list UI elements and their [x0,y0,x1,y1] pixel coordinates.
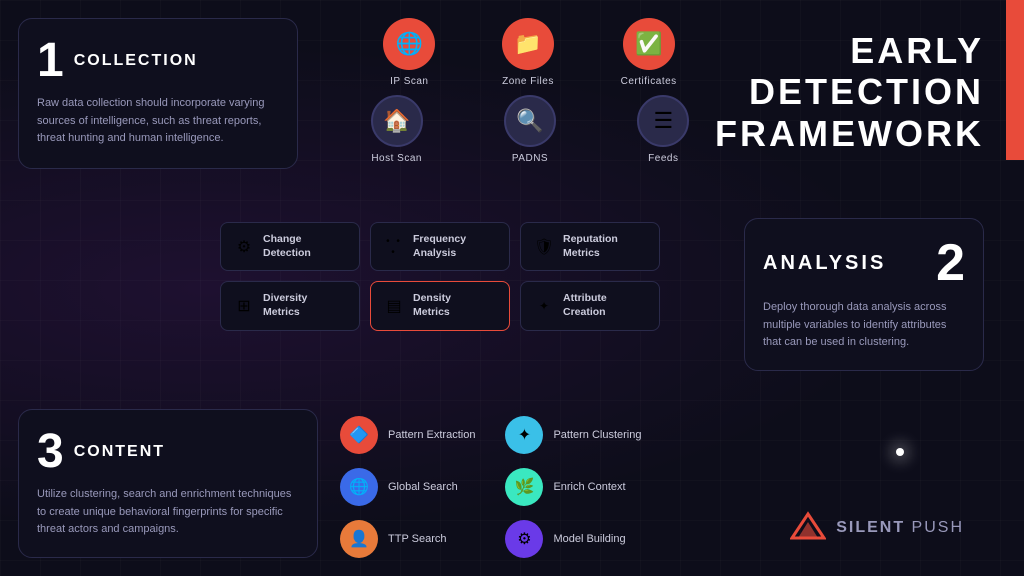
density-metrics-icon: ▤ [383,296,405,316]
glow-dot [896,448,904,456]
host-scan-label: Host Scan [371,153,422,164]
collection-desc: Raw data collection should incorporate v… [37,95,279,148]
edf-title-block: EARLY DETECTION FRAMEWORK [715,30,984,154]
sp-bold: SILENT [836,519,905,536]
global-search-icon: 🌐 [340,468,378,506]
enrich-context-icon: 🌿 [505,468,543,506]
analysis-title: ANALYSIS [763,252,886,275]
analysis-number: 2 [936,237,965,289]
icon-padns: 🔍 PADNS [504,95,556,164]
model-building-label: Model Building [553,533,625,545]
padns-label: PADNS [512,153,548,164]
collection-number: 1 [37,37,64,85]
reputation-metrics-icon: 🛡 [533,237,555,257]
item-pattern-clustering: ✦ Pattern Clustering [505,416,641,454]
edf-heading: EARLY DETECTION FRAMEWORK [715,30,984,154]
item-pattern-extraction: 🔷 Pattern Extraction [340,416,475,454]
silent-push-icon [790,510,826,546]
padns-circle: 🔍 [504,95,556,147]
item-model-building: ⚙ Model Building [505,520,641,558]
content-icons-inner: 🔷 Pattern Extraction 🌐 Global Search 👤 T… [340,416,740,558]
ip-scan-label: IP Scan [390,76,428,87]
red-accent-bar-top [1006,0,1024,160]
item-ttp-search: 👤 TTP Search [340,520,475,558]
item-global-search: 🌐 Global Search [340,468,475,506]
analysis-header: ANALYSIS 2 [763,237,965,289]
pattern-extraction-icon: 🔷 [340,416,378,454]
attribute-creation-icon: ✦ [533,299,555,313]
content-col-left: 🔷 Pattern Extraction 🌐 Global Search 👤 T… [340,416,475,558]
content-desc: Utilize clustering, search and enrichmen… [37,486,299,539]
edf-line2: DETECTION [749,71,984,112]
ttp-search-label: TTP Search [388,533,447,545]
frequency-analysis-label: FrequencyAnalysis [413,233,466,260]
change-detection-label: ChangeDetection [263,233,311,260]
analysis-desc: Deploy thorough data analysis across mul… [763,299,965,352]
zone-files-circle: 📁 [502,18,554,70]
content-col-right: ✦ Pattern Clustering 🌿 Enrich Context ⚙ … [505,416,641,558]
metric-diversity-metrics: ⊞ DiversityMetrics [220,281,360,330]
reputation-metrics-label: ReputationMetrics [563,233,618,260]
silent-push-text: SILENT PUSH [836,519,964,537]
enrich-context-label: Enrich Context [553,481,625,493]
metrics-grid: ⚙ ChangeDetection • • • FrequencyAnalysi… [220,222,660,341]
content-title: CONTENT [74,443,165,461]
metric-density-metrics: ▤ DensityMetrics [370,281,510,330]
collection-icons: 🌐 IP Scan 📁 Zone Files ✅ Certificates 🏠 … [320,18,740,164]
feeds-label: Feeds [648,153,678,164]
icon-feeds: ☰ Feeds [637,95,689,164]
metrics-row-2: ⊞ DiversityMetrics ▤ DensityMetrics ✦ At… [220,281,660,330]
section-collection: 1 COLLECTION Raw data collection should … [18,18,298,169]
frequency-analysis-icon: • • • [383,236,405,258]
zone-files-label: Zone Files [502,76,554,87]
pattern-clustering-label: Pattern Clustering [553,429,641,441]
silent-push-logo: SILENT PUSH [790,510,964,546]
content-number: 3 [37,428,64,476]
content-header: 3 CONTENT [37,428,299,476]
icons-row-bottom: 🏠 Host Scan 🔍 PADNS ☰ Feeds [320,95,740,164]
pattern-clustering-icon: ✦ [505,416,543,454]
host-scan-circle: 🏠 [371,95,423,147]
metric-change-detection: ⚙ ChangeDetection [220,222,360,271]
metric-frequency-analysis: • • • FrequencyAnalysis [370,222,510,271]
certificates-label: Certificates [621,76,677,87]
metric-reputation-metrics: 🛡 ReputationMetrics [520,222,660,271]
item-enrich-context: 🌿 Enrich Context [505,468,641,506]
model-building-icon: ⚙ [505,520,543,558]
edf-line3: FRAMEWORK [715,113,984,154]
pattern-extraction-label: Pattern Extraction [388,429,475,441]
density-metrics-label: DensityMetrics [413,292,451,319]
ip-scan-circle: 🌐 [383,18,435,70]
icon-certificates: ✅ Certificates [621,18,677,87]
icon-host-scan: 🏠 Host Scan [371,95,423,164]
global-search-label: Global Search [388,481,458,493]
icon-ip-scan: 🌐 IP Scan [383,18,435,87]
ttp-search-icon: 👤 [340,520,378,558]
attribute-creation-label: AttributeCreation [563,292,607,319]
diversity-metrics-icon: ⊞ [233,296,255,316]
section-content: 3 CONTENT Utilize clustering, search and… [18,409,318,558]
metrics-row-1: ⚙ ChangeDetection • • • FrequencyAnalysi… [220,222,660,271]
diversity-metrics-label: DiversityMetrics [263,292,307,319]
sp-light: PUSH [905,519,964,536]
section-analysis: ANALYSIS 2 Deploy thorough data analysis… [744,218,984,371]
certificates-circle: ✅ [623,18,675,70]
change-detection-icon: ⚙ [233,237,255,257]
feeds-circle: ☰ [637,95,689,147]
metric-attribute-creation: ✦ AttributeCreation [520,281,660,330]
edf-line1: EARLY [850,30,984,71]
icons-row-top: 🌐 IP Scan 📁 Zone Files ✅ Certificates [320,18,740,87]
icon-zone-files: 📁 Zone Files [502,18,554,87]
collection-title: COLLECTION [74,52,198,70]
content-items: 🔷 Pattern Extraction 🌐 Global Search 👤 T… [340,416,740,558]
collection-header: 1 COLLECTION [37,37,279,85]
